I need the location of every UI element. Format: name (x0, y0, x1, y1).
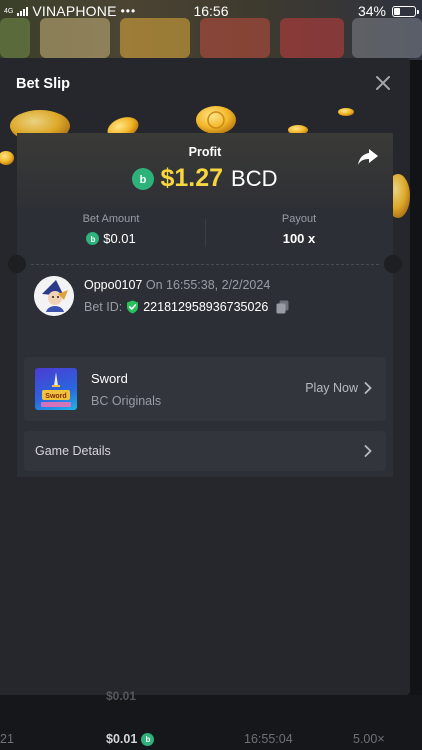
modal-title: Bet Slip (16, 76, 70, 92)
battery-icon (392, 5, 419, 17)
chevron-right-icon (364, 445, 372, 457)
bet-amount-value: $0.01 (103, 231, 136, 246)
profit-value: $1.27 (160, 164, 224, 192)
bet-slip-modal: Bet Slip Profit b $1.27 BCD Bet Amount b… (0, 58, 410, 695)
bet-id-label: Bet ID: (84, 300, 123, 314)
profit-label: Profit (188, 145, 222, 159)
bet-amount-label: Bet Amount (82, 213, 140, 225)
game-details-row[interactable]: Game Details (24, 431, 386, 471)
player-name[interactable]: Oppo0107 (84, 278, 142, 292)
play-now-button[interactable]: Play Now (305, 381, 372, 395)
game-card[interactable]: Sword Sword BC Originals Play Now (24, 357, 386, 421)
share-icon[interactable] (357, 147, 379, 167)
game-details-label: Game Details (35, 444, 111, 458)
svg-text:b: b (145, 735, 150, 743)
ticket-notch (8, 255, 26, 273)
svg-text:b: b (90, 235, 95, 243)
bet-id-value: 221812958936735026 (143, 300, 269, 314)
bet-date: On 16:55:38, 2/2/2024 (145, 278, 271, 292)
row-amount: $0.01 b (106, 732, 155, 746)
avatar[interactable] (34, 276, 74, 316)
play-now-label: Play Now (305, 381, 358, 395)
svg-text:b: b (140, 174, 147, 185)
profit-header: Profit b $1.27 BCD (17, 133, 393, 208)
verified-shield-icon (127, 300, 139, 314)
stats-divider (205, 219, 206, 247)
row-rank: 21 (0, 732, 14, 746)
bcd-coin-icon: b (132, 167, 155, 190)
bets-list-background: $0.01 21 $0.01 b 16:55:04 5.00× (0, 689, 422, 750)
ticket-notch (384, 255, 402, 273)
copy-icon[interactable] (276, 300, 289, 314)
bet-amount-stat: Bet Amount b $0.01 (17, 213, 205, 246)
battery-percent: 34% (357, 3, 386, 19)
player-info: Oppo0107 On 16:55:38, 2/2/2024 Bet ID: 2… (34, 276, 379, 320)
payout-label: Payout (281, 213, 317, 225)
bet-slip-card: Profit b $1.27 BCD Bet Amount b $0.01 Pa… (8, 133, 402, 477)
row-multiplier: 5.00× (353, 732, 385, 746)
game-provider: BC Originals (91, 394, 162, 408)
payout-stat: Payout 100 x (205, 213, 393, 246)
profit-currency: BCD (231, 165, 278, 191)
game-name: Sword (91, 371, 128, 386)
chevron-right-icon (364, 382, 372, 394)
payout-value: 100 x (282, 231, 316, 246)
game-thumbnail: Sword (35, 368, 77, 410)
faded-row-amount: $0.01 (106, 689, 137, 703)
bcd-coin-icon: b (86, 232, 100, 245)
dashed-divider (31, 264, 379, 265)
game-thumb-text: Sword (45, 393, 66, 400)
row-time: 16:55:04 (244, 732, 293, 746)
close-icon[interactable] (374, 74, 392, 92)
bcd-coin-icon: b (141, 732, 155, 746)
status-bar: 4G VINAPHONE ••• 16:56 34% (0, 0, 422, 22)
